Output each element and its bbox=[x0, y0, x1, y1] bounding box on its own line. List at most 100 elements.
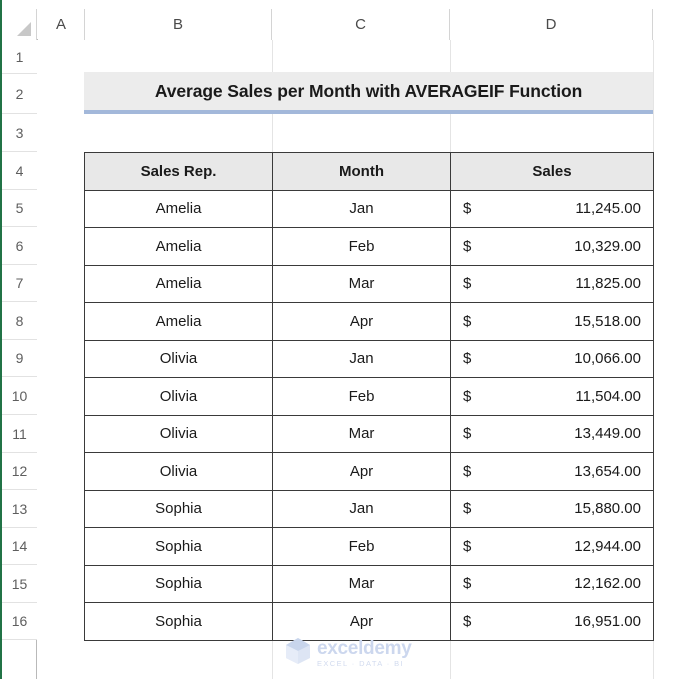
cell-sales-rep[interactable]: Amelia bbox=[84, 264, 273, 303]
row-header-11[interactable]: 11 bbox=[2, 415, 37, 453]
cell-sales-amount[interactable]: $11,825.00 bbox=[450, 264, 654, 303]
cell-sales-amount[interactable]: $13,449.00 bbox=[450, 414, 654, 453]
cell-sales-rep[interactable]: Sophia bbox=[84, 564, 273, 603]
currency-symbol: $ bbox=[463, 275, 472, 293]
amount-value: 12,944.00 bbox=[574, 537, 641, 555]
cell-sales-amount[interactable]: $12,944.00 bbox=[450, 527, 654, 566]
cell-month[interactable]: Apr bbox=[272, 302, 451, 341]
watermark-tagline: EXCEL · DATA · BI bbox=[317, 658, 405, 668]
amount-value: 13,449.00 bbox=[574, 425, 641, 443]
exceldemy-watermark: exceldemy EXCEL · DATA · BI bbox=[285, 636, 445, 670]
table-row[interactable]: Olivia Jan $10,066.00 bbox=[84, 339, 654, 378]
cell-sales-amount[interactable]: $10,329.00 bbox=[450, 227, 654, 266]
window-top-edge bbox=[0, 0, 700, 8]
table-row[interactable]: Sophia Feb $12,944.00 bbox=[84, 527, 654, 566]
column-header-month[interactable]: Month bbox=[272, 152, 451, 191]
amount-value: 16,951.00 bbox=[574, 612, 641, 630]
spreadsheet-canvas: A B C D 1 2 3 4 5 6 7 8 9 10 11 12 13 14… bbox=[0, 0, 700, 679]
table-row[interactable]: Olivia Apr $13,654.00 bbox=[84, 452, 654, 491]
table-row[interactable]: Sophia Apr $16,951.00 bbox=[84, 602, 654, 641]
table-row[interactable]: Amelia Jan $11,245.00 bbox=[84, 189, 654, 228]
cell-sales-rep[interactable]: Sophia bbox=[84, 602, 273, 641]
cell-month[interactable]: Feb bbox=[272, 377, 451, 416]
row-header-15[interactable]: 15 bbox=[2, 565, 37, 603]
row-header-13[interactable]: 13 bbox=[2, 490, 37, 528]
select-all-triangle-icon bbox=[17, 22, 31, 36]
currency-symbol: $ bbox=[463, 612, 472, 630]
cell-sales-rep[interactable]: Olivia bbox=[84, 339, 273, 378]
watermark-text-block: exceldemy EXCEL · DATA · BI bbox=[317, 637, 412, 668]
amount-value: 11,245.00 bbox=[575, 200, 641, 218]
row-header-6[interactable]: 6 bbox=[2, 227, 37, 265]
cell-month[interactable]: Jan bbox=[272, 489, 451, 528]
cell-month[interactable]: Feb bbox=[272, 527, 451, 566]
cell-sales-amount[interactable]: $15,880.00 bbox=[450, 489, 654, 528]
table-row[interactable]: Sophia Mar $12,162.00 bbox=[84, 564, 654, 603]
cell-sales-rep[interactable]: Amelia bbox=[84, 189, 273, 228]
cell-month[interactable]: Jan bbox=[272, 339, 451, 378]
column-header-e[interactable] bbox=[653, 9, 700, 40]
row-header-7[interactable]: 7 bbox=[2, 265, 37, 302]
row-header-3[interactable]: 3 bbox=[2, 114, 37, 152]
amount-value: 10,329.00 bbox=[574, 237, 641, 255]
row-header-5[interactable]: 5 bbox=[2, 190, 37, 227]
row-header-1[interactable]: 1 bbox=[2, 40, 37, 74]
column-header-sales[interactable]: Sales bbox=[450, 152, 654, 191]
table-row[interactable]: Amelia Mar $11,825.00 bbox=[84, 264, 654, 303]
cell-sales-rep[interactable]: Olivia bbox=[84, 452, 273, 491]
table-row[interactable]: Amelia Apr $15,518.00 bbox=[84, 302, 654, 341]
column-header-d[interactable]: D bbox=[450, 9, 653, 40]
cell-sales-amount[interactable]: $12,162.00 bbox=[450, 564, 654, 603]
amount-value: 13,654.00 bbox=[574, 462, 641, 480]
cell-sales-amount[interactable]: $13,654.00 bbox=[450, 452, 654, 491]
row-header-4[interactable]: 4 bbox=[2, 152, 37, 190]
sheet-title-banner[interactable]: Average Sales per Month with AVERAGEIF F… bbox=[84, 72, 653, 114]
table-row[interactable]: Sophia Jan $15,880.00 bbox=[84, 489, 654, 528]
cell-month[interactable]: Mar bbox=[272, 264, 451, 303]
cell-month[interactable]: Feb bbox=[272, 227, 451, 266]
row-header-14[interactable]: 14 bbox=[2, 528, 37, 565]
currency-symbol: $ bbox=[463, 425, 472, 443]
row-header-2[interactable]: 2 bbox=[2, 74, 37, 114]
cell-sales-amount[interactable]: $10,066.00 bbox=[450, 339, 654, 378]
cell-sales-rep[interactable]: Olivia bbox=[84, 414, 273, 453]
cell-sales-amount[interactable]: $15,518.00 bbox=[450, 302, 654, 341]
cell-sales-amount[interactable]: $11,504.00 bbox=[450, 377, 654, 416]
currency-symbol: $ bbox=[463, 462, 472, 480]
watermark-brand-name: exceldemy bbox=[317, 637, 412, 659]
amount-value: 15,880.00 bbox=[574, 500, 641, 518]
table-row[interactable]: Amelia Feb $10,329.00 bbox=[84, 227, 654, 266]
currency-symbol: $ bbox=[463, 575, 472, 593]
cell-sales-rep[interactable]: Amelia bbox=[84, 302, 273, 341]
cell-month[interactable]: Mar bbox=[272, 564, 451, 603]
row-header-9[interactable]: 9 bbox=[2, 340, 37, 377]
column-header-a[interactable]: A bbox=[38, 9, 85, 40]
cell-month[interactable]: Apr bbox=[272, 602, 451, 641]
cell-month[interactable]: Apr bbox=[272, 452, 451, 491]
row-header-16[interactable]: 16 bbox=[2, 603, 37, 640]
cell-sales-rep[interactable]: Sophia bbox=[84, 489, 273, 528]
cell-sales-amount[interactable]: $11,245.00 bbox=[450, 189, 654, 228]
page-title: Average Sales per Month with AVERAGEIF F… bbox=[154, 80, 583, 101]
cell-month[interactable]: Jan bbox=[272, 189, 451, 228]
cell-sales-amount[interactable]: $16,951.00 bbox=[450, 602, 654, 641]
amount-value: 10,066.00 bbox=[574, 350, 641, 368]
currency-symbol: $ bbox=[463, 237, 472, 255]
cell-month[interactable]: Mar bbox=[272, 414, 451, 453]
column-header-c[interactable]: C bbox=[272, 9, 450, 40]
table-row[interactable]: Olivia Feb $11,504.00 bbox=[84, 377, 654, 416]
select-all-button[interactable] bbox=[2, 9, 37, 40]
sales-data-table[interactable]: Sales Rep. Month Sales Amelia Jan $11,245.… bbox=[84, 152, 654, 641]
exceldemy-cube-logo-icon bbox=[285, 637, 311, 670]
row-header-12[interactable]: 12 bbox=[2, 453, 37, 490]
cell-sales-rep[interactable]: Olivia bbox=[84, 377, 273, 416]
row-header-8[interactable]: 8 bbox=[2, 302, 37, 340]
amount-value: 15,518.00 bbox=[574, 312, 641, 330]
column-header-sales-rep[interactable]: Sales Rep. bbox=[84, 152, 273, 191]
row-header-10[interactable]: 10 bbox=[2, 377, 37, 415]
currency-symbol: $ bbox=[463, 312, 472, 330]
column-header-b[interactable]: B bbox=[85, 9, 272, 40]
table-row[interactable]: Olivia Mar $13,449.00 bbox=[84, 414, 654, 453]
cell-sales-rep[interactable]: Amelia bbox=[84, 227, 273, 266]
cell-sales-rep[interactable]: Sophia bbox=[84, 527, 273, 566]
